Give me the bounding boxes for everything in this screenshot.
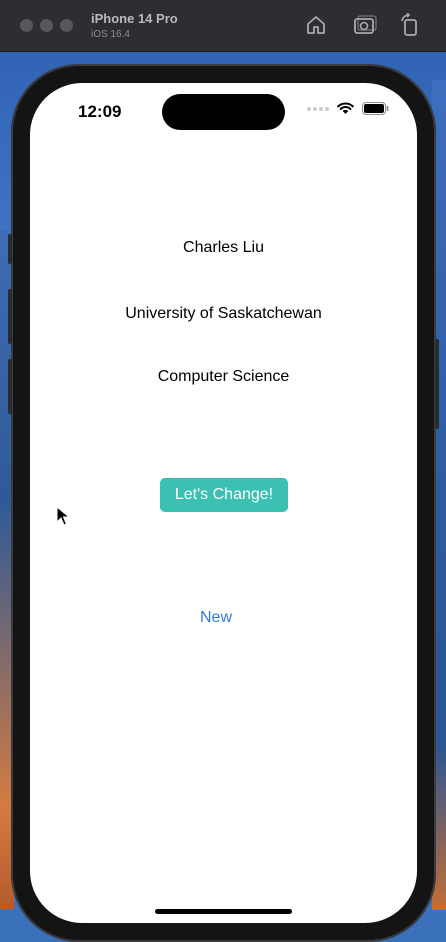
mouse-cursor-icon [56, 506, 70, 526]
wifi-icon [337, 102, 354, 114]
dynamic-island [162, 94, 285, 130]
volume-up-button [8, 289, 12, 344]
battery-icon [362, 102, 389, 115]
rotate-icon [401, 13, 417, 36]
simulator-titlebar: iPhone 14 Pro iOS 16.4 [0, 0, 446, 52]
iphone-frame: 12:09 Charles Liu University of Saskatch… [8, 64, 439, 942]
window-minimize-button[interactable] [40, 19, 53, 32]
new-link[interactable]: New [200, 609, 232, 627]
department-label: Computer Science [157, 368, 290, 385]
screenshot-button[interactable] [352, 12, 378, 38]
window-close-button[interactable] [20, 19, 33, 32]
name-label: Charles Liu [183, 239, 264, 256]
simulator-device-name: iPhone 14 Pro [91, 11, 178, 26]
home-indicator[interactable] [155, 909, 292, 914]
volume-down-button [8, 359, 12, 414]
rotate-button[interactable] [397, 12, 423, 38]
window-zoom-button[interactable] [60, 19, 73, 32]
lets-change-button[interactable]: Let's Change! [160, 478, 288, 512]
status-icons [307, 102, 389, 115]
status-time: 12:09 [78, 102, 122, 121]
home-button[interactable] [303, 12, 329, 38]
simulator-os-version: iOS 16.4 [91, 29, 130, 40]
side-button [435, 339, 439, 429]
mute-switch [8, 234, 12, 264]
home-icon [307, 16, 325, 34]
phone-screen: 12:09 Charles Liu University of Saskatch… [30, 83, 417, 923]
signal-dots-icon [307, 106, 329, 111]
screenshot-icon [354, 15, 377, 34]
university-label: University of Saskatchewan [125, 305, 322, 322]
